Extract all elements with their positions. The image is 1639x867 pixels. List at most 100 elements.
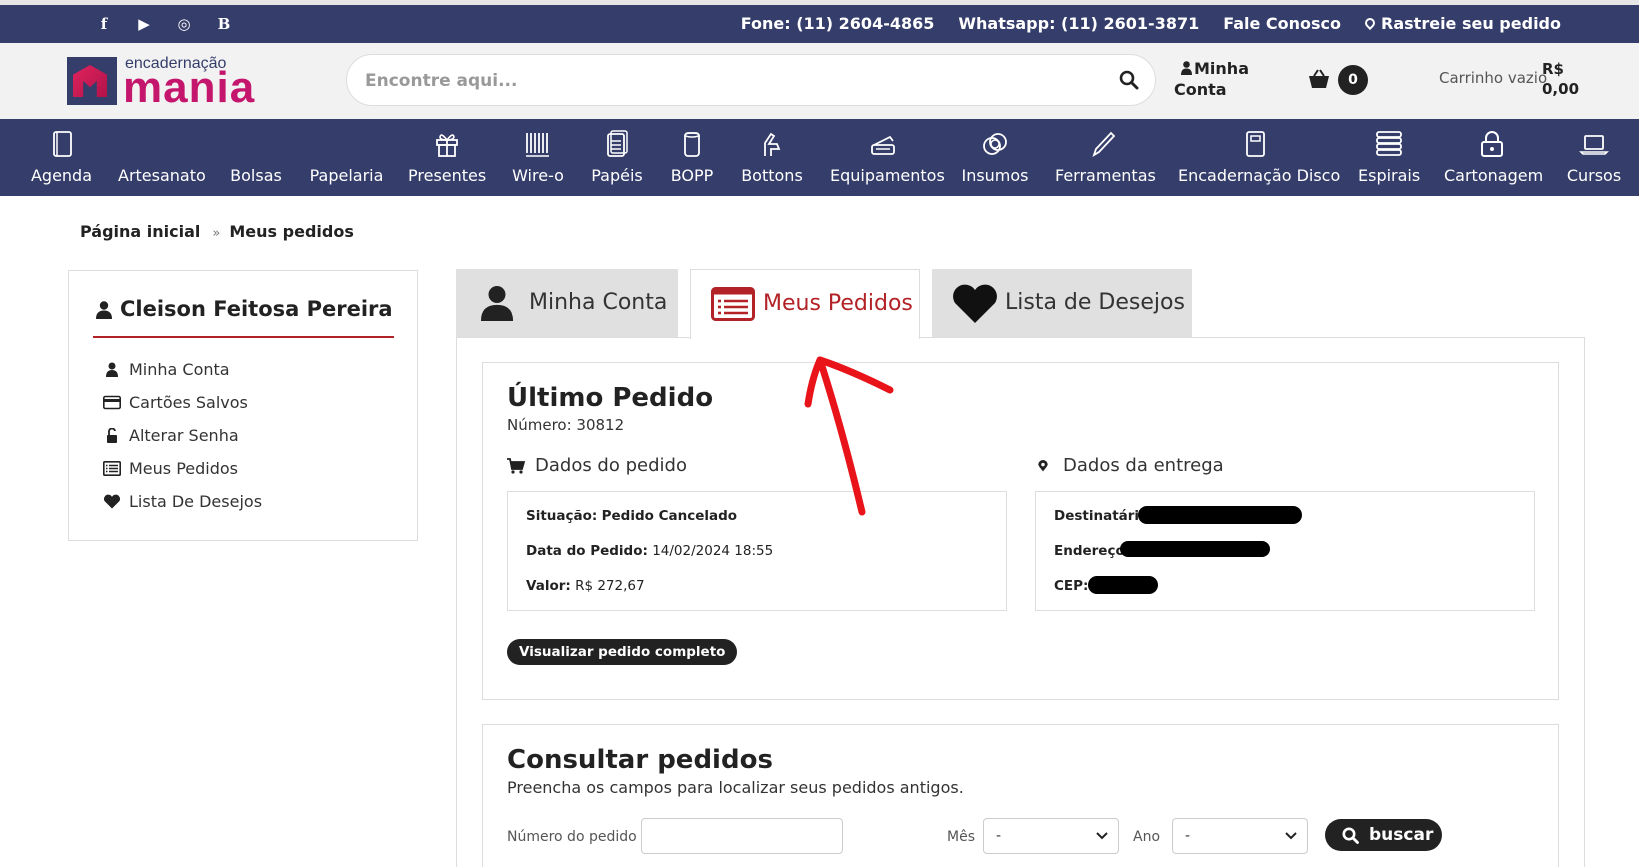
delivery-data-label: Dados da entrega bbox=[1063, 455, 1224, 476]
blog-icon[interactable]: B bbox=[204, 14, 244, 34]
order-data-heading: Dados do pedido bbox=[507, 455, 687, 476]
header: encadernação mania Minha Conta 0 Carrinh… bbox=[0, 43, 1639, 119]
nav-label: Bottons bbox=[741, 166, 803, 185]
month-label: Mês bbox=[947, 829, 975, 845]
youtube-icon[interactable]: ▶ bbox=[124, 14, 164, 34]
lock-icon bbox=[1481, 131, 1503, 157]
cart-empty-text: Carrinho vazio bbox=[1439, 69, 1548, 87]
unlock-icon bbox=[107, 428, 117, 443]
top-bar: f ▶ ◎ B Fone: (11) 2604-4865 Whatsapp: (… bbox=[0, 5, 1639, 43]
user-icon bbox=[106, 362, 118, 377]
cart-currency: R$ bbox=[1542, 60, 1564, 78]
tab-lista-desejos[interactable]: Lista de Desejos bbox=[932, 269, 1192, 338]
year-value: - bbox=[1185, 828, 1191, 844]
category-nav: Agenda Artesanato Bolsas Papelaria Prese… bbox=[0, 119, 1639, 196]
nav-label: Insumos bbox=[961, 166, 1029, 185]
cart-total-value: 0,00 bbox=[1542, 80, 1580, 98]
cart-button[interactable]: 0 bbox=[1308, 64, 1368, 96]
gift-icon bbox=[436, 134, 458, 157]
rings-icon bbox=[983, 133, 1007, 155]
sidebar-item-label: Lista De Desejos bbox=[129, 492, 263, 511]
account-menu: Minha Conta Cartões Salvos Alterar Senha… bbox=[103, 353, 262, 518]
order-search-title: Consultar pedidos bbox=[507, 745, 773, 775]
nav-item-artesanato[interactable]: Artesanato bbox=[118, 119, 206, 196]
sidebar-item-label: Alterar Senha bbox=[129, 426, 239, 445]
nav-item-bottons[interactable]: Bottons bbox=[740, 119, 804, 196]
list-icon bbox=[103, 461, 121, 476]
account-tabs: Minha Conta Meus Pedidos Lista de Desejo… bbox=[456, 269, 1585, 867]
instagram-icon[interactable]: ◎ bbox=[164, 14, 204, 34]
search-orders-button[interactable]: buscar bbox=[1325, 819, 1442, 851]
sidebar-item-minha-conta[interactable]: Minha Conta bbox=[103, 353, 262, 386]
nav-item-cursos[interactable]: Cursos bbox=[1566, 119, 1622, 196]
social-links: f ▶ ◎ B bbox=[84, 14, 244, 34]
button-press-icon bbox=[764, 132, 781, 156]
search-input[interactable] bbox=[365, 69, 1065, 93]
facebook-icon[interactable]: f bbox=[84, 14, 124, 34]
tab-minha-conta[interactable]: Minha Conta bbox=[456, 269, 678, 338]
nav-item-wire-o[interactable]: Wire-o bbox=[508, 119, 568, 196]
nav-label: Papelaria bbox=[309, 166, 384, 185]
track-order-link[interactable]: Rastreie seu pedido bbox=[1362, 14, 1561, 34]
date-row: Data do Pedido: 14/02/2024 18:55 bbox=[526, 543, 773, 559]
delivery-data-box: Destinatário: Endereço: CEP: bbox=[1035, 491, 1535, 611]
value-label: Valor: bbox=[526, 578, 571, 594]
tab-label: Minha Conta bbox=[529, 290, 668, 315]
nav-item-cartonagem[interactable]: Cartonagem bbox=[1444, 119, 1543, 196]
nav-label: Papéis bbox=[591, 166, 643, 185]
nav-item-bolsas[interactable]: Bolsas bbox=[228, 119, 284, 196]
sidebar-item-lista-desejos[interactable]: Lista De Desejos bbox=[103, 485, 262, 518]
sidebar-item-cartoes[interactable]: Cartões Salvos bbox=[103, 386, 262, 419]
view-full-order-button[interactable]: Visualizar pedido completo bbox=[507, 639, 738, 665]
map-pin-icon bbox=[1362, 15, 1378, 31]
nav-item-agenda[interactable]: Agenda bbox=[28, 119, 95, 196]
site-logo[interactable]: encadernação mania bbox=[67, 55, 292, 111]
spiral-icon bbox=[1376, 131, 1402, 156]
basket-icon bbox=[1309, 69, 1329, 88]
year-select[interactable]: - bbox=[1172, 818, 1308, 854]
sidebar-item-alterar-senha[interactable]: Alterar Senha bbox=[103, 419, 262, 452]
cart-total: R$ 0,00 bbox=[1542, 59, 1579, 99]
laptop-icon bbox=[1579, 135, 1609, 155]
date-value: 14/02/2024 18:55 bbox=[652, 543, 774, 559]
nav-item-papelaria[interactable]: Papelaria bbox=[307, 119, 386, 196]
nav-item-papeis[interactable]: Papéis bbox=[589, 119, 645, 196]
breadcrumb: Página inicial » Meus pedidos bbox=[80, 222, 354, 241]
nav-item-encadernacao-disco[interactable]: Encadernação Disco bbox=[1178, 119, 1340, 196]
chevron-down-icon bbox=[1285, 832, 1297, 840]
nav-item-ferramentas[interactable]: Ferramentas bbox=[1055, 119, 1156, 196]
breadcrumb-home[interactable]: Página inicial bbox=[80, 222, 200, 241]
pen-icon bbox=[1092, 131, 1116, 158]
contact-link[interactable]: Fale Conosco bbox=[1223, 14, 1341, 34]
top-info: Fone: (11) 2604-4865 Whatsapp: (11) 2601… bbox=[741, 14, 1561, 34]
order-search-card: Consultar pedidos Preencha os campos par… bbox=[482, 724, 1559, 867]
divider bbox=[93, 336, 394, 338]
nav-label: BOPP bbox=[670, 166, 714, 185]
my-account-link[interactable]: Minha Conta bbox=[1174, 58, 1274, 100]
date-label: Data do Pedido: bbox=[526, 543, 648, 559]
user-icon bbox=[1181, 61, 1192, 75]
user-icon bbox=[96, 301, 112, 319]
sidebar-item-label: Meus Pedidos bbox=[129, 459, 239, 478]
breadcrumb-separator: » bbox=[212, 226, 221, 241]
status-label: Situação: bbox=[526, 508, 598, 524]
redaction-mark bbox=[1138, 506, 1302, 524]
account-sidebar: Cleison Feitosa Pereira Minha Conta Cart… bbox=[68, 270, 418, 541]
track-order-label: Rastreie seu pedido bbox=[1381, 14, 1561, 33]
order-number-input[interactable] bbox=[641, 818, 843, 854]
search-icon[interactable] bbox=[1119, 70, 1139, 90]
last-order-card: Último Pedido Número: 30812 Dados do ped… bbox=[482, 362, 1559, 700]
nav-label: Agenda bbox=[30, 166, 93, 185]
tab-label: Meus Pedidos bbox=[763, 291, 913, 316]
nav-item-insumos[interactable]: Insumos bbox=[960, 119, 1030, 196]
address-label: Endereço: bbox=[1054, 543, 1131, 559]
order-data-box: Situação: Pedido Cancelado Data do Pedid… bbox=[507, 491, 1007, 611]
nav-item-equipamentos[interactable]: Equipamentos bbox=[830, 119, 945, 196]
tab-meus-pedidos[interactable]: Meus Pedidos bbox=[690, 269, 920, 339]
month-select[interactable]: - bbox=[983, 818, 1119, 854]
delivery-data-heading: Dados da entrega bbox=[1035, 455, 1224, 476]
nav-item-espirais[interactable]: Espirais bbox=[1358, 119, 1420, 196]
nav-item-bopp[interactable]: BOPP bbox=[667, 119, 717, 196]
nav-item-presentes[interactable]: Presentes bbox=[408, 119, 486, 196]
sidebar-item-meus-pedidos[interactable]: Meus Pedidos bbox=[103, 452, 262, 485]
